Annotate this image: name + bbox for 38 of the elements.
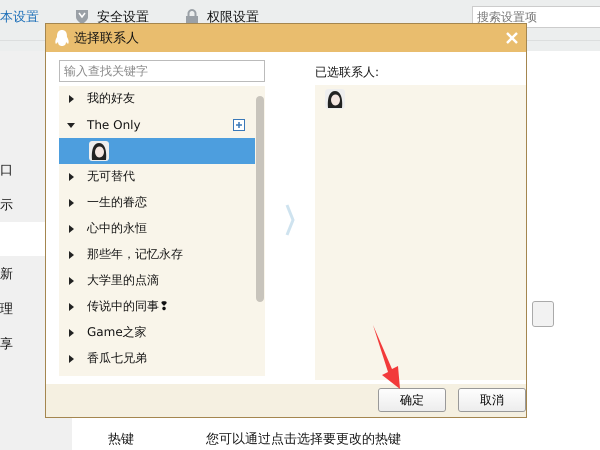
group-name[interactable]: 大学里的点滴 bbox=[87, 272, 255, 290]
add-icon[interactable] bbox=[233, 118, 245, 131]
penguin-icon bbox=[54, 28, 70, 47]
settings-tab[interactable]: 本设置 bbox=[0, 8, 39, 26]
group-name[interactable]: 那些年，记忆永存 bbox=[87, 246, 255, 264]
expand-arrow-icon[interactable] bbox=[67, 354, 75, 363]
expand-arrow-icon[interactable] bbox=[67, 276, 75, 285]
group-name[interactable]: The Only bbox=[87, 118, 221, 132]
hotkey-description: 您可以通过点击选择要更改的热键 bbox=[206, 431, 401, 448]
search-field[interactable]: 输入查找关键字 bbox=[59, 60, 265, 82]
contact-row[interactable] bbox=[59, 138, 255, 164]
expand-arrow-icon[interactable] bbox=[67, 250, 75, 259]
lock-icon bbox=[185, 9, 199, 25]
group-name[interactable]: Game之家 bbox=[87, 324, 255, 342]
dialog-title: 选择联系人 bbox=[74, 30, 140, 47]
expand-arrow-icon[interactable] bbox=[67, 224, 75, 233]
group-name[interactable]: 心中的永恒 bbox=[87, 220, 255, 238]
group-name[interactable]: 香瓜七兄弟 bbox=[87, 350, 255, 368]
expand-arrow-icon[interactable] bbox=[67, 328, 75, 337]
selected-contacts-label: 已选联系人: bbox=[315, 64, 380, 81]
settings-tab[interactable]: 权限设置 bbox=[185, 8, 259, 26]
cancel-button[interactable]: 取消 bbox=[458, 388, 526, 412]
annotation-arrow bbox=[372, 325, 402, 389]
group-name[interactable]: 一生的眷恋 bbox=[87, 194, 255, 212]
expand-arrow-icon[interactable] bbox=[67, 172, 75, 181]
group-name[interactable]: 传说中的同事❢ bbox=[87, 298, 255, 316]
settings-tab[interactable]: 安全设置 bbox=[75, 8, 149, 26]
expand-arrow-icon[interactable] bbox=[67, 302, 75, 311]
expand-arrow-icon[interactable] bbox=[67, 198, 75, 207]
avatar-icon bbox=[89, 140, 109, 161]
group-name[interactable]: 我的好友 bbox=[87, 90, 255, 108]
search-field[interactable]: 搜索设置项 bbox=[472, 6, 600, 28]
hotkey-label: 热键 bbox=[108, 431, 134, 448]
expand-arrow-icon[interactable] bbox=[67, 94, 75, 103]
confirm-button[interactable]: 确定 bbox=[378, 388, 446, 412]
group-name[interactable]: 无可替代 bbox=[87, 168, 255, 186]
collapse-arrow-icon[interactable] bbox=[67, 120, 75, 129]
scrollbar-thumb[interactable] bbox=[256, 96, 264, 302]
